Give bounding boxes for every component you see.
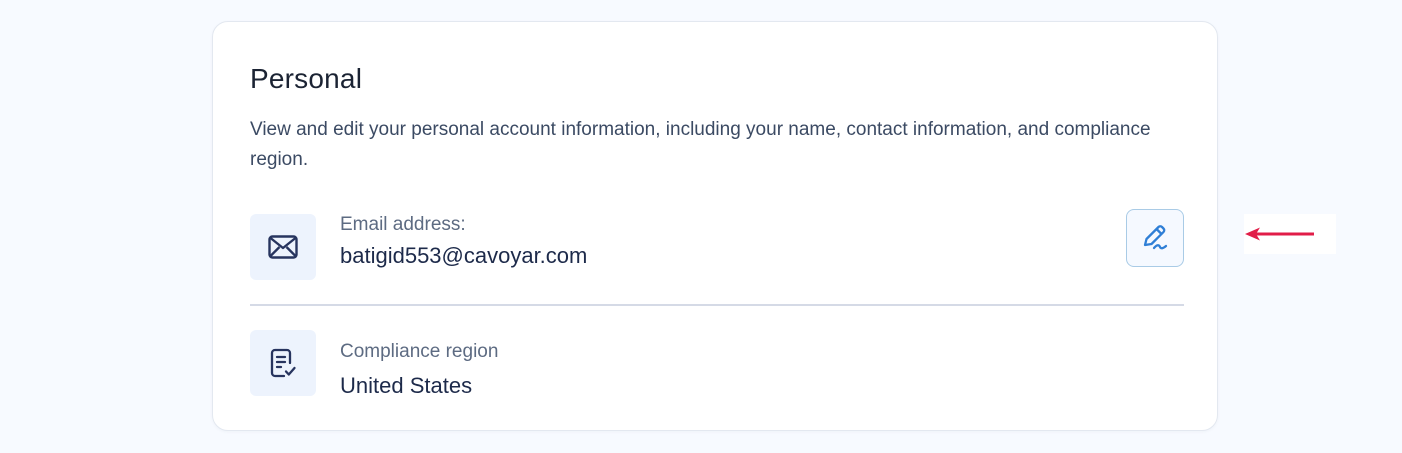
compliance-region-value: United States [340,373,473,398]
annotation-arrow [1244,214,1336,254]
pen-icon [1139,223,1171,253]
left-arrow-icon [1244,226,1318,242]
email-label: Email address: [340,214,466,235]
mail-icon [250,214,316,280]
compliance-region-row: Compliance region United States [250,330,1184,398]
document-check-icon [250,330,316,396]
row-divider [250,304,1184,306]
email-value: batigid553@cavoyar.com [340,243,588,268]
section-title: Personal [250,63,363,94]
edit-email-button[interactable] [1126,209,1184,267]
email-row: Email address: batigid553@cavoyar.com [250,209,1184,280]
compliance-region-label: Compliance region [340,341,499,362]
section-description: View and edit your personal account info… [250,119,1151,170]
personal-card: Personal View and edit your personal acc… [212,21,1218,431]
